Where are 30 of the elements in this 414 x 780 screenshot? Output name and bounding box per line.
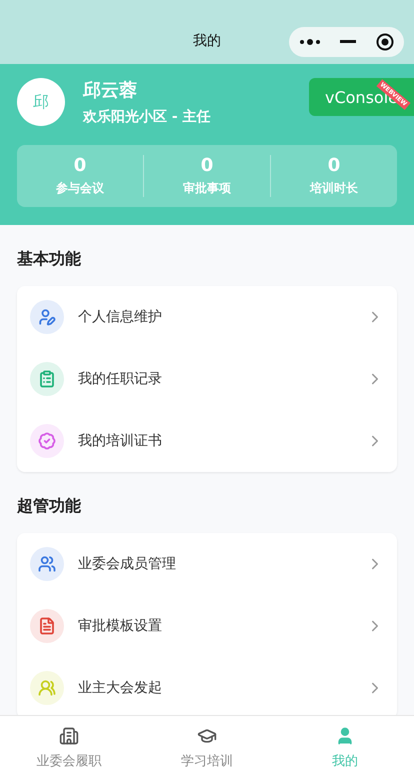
tab[interactable]: 业委会履职 [0, 716, 138, 780]
menu-item[interactable]: 我的培训证书 [17, 410, 397, 472]
menu-item[interactable]: 我的任职记录 [17, 348, 397, 410]
stat-label: 审批事项 [183, 180, 231, 197]
stat-value: 0 [200, 155, 214, 176]
close-icon[interactable] [376, 33, 394, 51]
menu-label: 我的任职记录 [78, 370, 163, 388]
avatar: 邱 [17, 78, 65, 126]
menu-label: 我的培训证书 [78, 432, 163, 450]
section-title: 基本功能 [17, 248, 82, 270]
page-title: 我的 [193, 32, 221, 50]
stat-label: 参与会议 [56, 180, 104, 197]
section-title: 超管功能 [17, 495, 82, 517]
menu-item[interactable]: 业委会成员管理 [17, 533, 397, 595]
menu-item[interactable]: 业主大会发起 [17, 657, 397, 715]
menu-label: 个人信息维护 [78, 308, 163, 326]
menu-label: 业委会成员管理 [78, 555, 177, 573]
menu-item[interactable]: 个人信息维护 [17, 286, 397, 348]
tab[interactable]: 学习培训 [138, 716, 276, 780]
menu-label: 业主大会发起 [78, 679, 163, 697]
user-name: 邱云蓉 [83, 79, 138, 102]
stat-label: 培训时长 [310, 180, 358, 197]
stat-value: 0 [328, 155, 340, 176]
menu-label: 审批模板设置 [78, 617, 163, 635]
minimize-icon[interactable] [340, 40, 356, 44]
menu-item[interactable]: 审批模板设置 [17, 595, 397, 657]
user-role: 欢乐阳光小区 - 主任 [83, 108, 211, 126]
more-icon[interactable] [298, 38, 321, 46]
stat-value: 0 [74, 155, 86, 176]
building-icon [59, 726, 79, 746]
